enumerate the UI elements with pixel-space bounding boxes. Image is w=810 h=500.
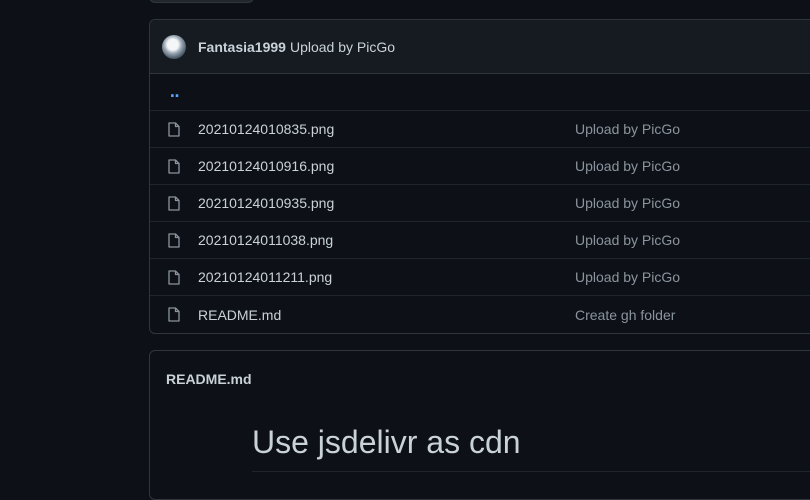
file-commit-message[interactable]: Upload by PicGo — [575, 158, 680, 174]
parent-directory-row[interactable]: ‥ — [150, 74, 810, 111]
file-icon — [168, 196, 180, 211]
file-name-link[interactable]: 20210124011211.png — [198, 269, 332, 285]
file-list-box: Fantasia1999 Upload by PicGo ‥ 202101240… — [149, 19, 810, 334]
readme-filename[interactable]: README.md — [150, 351, 810, 406]
file-icon — [168, 307, 180, 322]
file-icon — [168, 270, 180, 285]
file-name-link[interactable]: README.md — [198, 307, 281, 323]
heading-divider — [252, 471, 810, 472]
file-name-link[interactable]: 20210124010935.png — [198, 195, 334, 211]
file-row: README.md Create gh folder — [150, 296, 810, 333]
parent-directory-link[interactable]: ‥ — [150, 84, 180, 101]
file-name-link[interactable]: 20210124011038.png — [198, 232, 333, 248]
file-row: 20210124011211.png Upload by PicGo — [150, 259, 810, 296]
file-row: 20210124010835.png Upload by PicGo — [150, 111, 810, 148]
readme-box: README.md Use jsdelivr as cdn — [149, 350, 810, 500]
file-name-link[interactable]: 20210124010916.png — [198, 158, 334, 174]
file-commit-message[interactable]: Upload by PicGo — [575, 269, 680, 285]
file-commit-message[interactable]: Upload by PicGo — [575, 195, 680, 211]
file-row: 20210124010935.png Upload by PicGo — [150, 185, 810, 222]
file-commit-message[interactable]: Upload by PicGo — [575, 121, 680, 137]
file-icon — [168, 159, 180, 174]
avatar[interactable] — [162, 34, 186, 59]
file-commit-message[interactable]: Upload by PicGo — [575, 232, 680, 248]
latest-commit-header: Fantasia1999 Upload by PicGo — [150, 20, 810, 74]
file-icon — [168, 122, 180, 137]
file-icon — [168, 233, 180, 248]
file-row: 20210124011038.png Upload by PicGo — [150, 222, 810, 259]
commit-author[interactable]: Fantasia1999 — [198, 39, 286, 55]
readme-heading: Use jsdelivr as cdn — [252, 424, 521, 460]
file-commit-message[interactable]: Create gh folder — [575, 307, 675, 323]
file-row: 20210124010916.png Upload by PicGo — [150, 148, 810, 185]
file-name-link[interactable]: 20210124010835.png — [198, 121, 334, 137]
commit-message[interactable]: Upload by PicGo — [290, 39, 395, 55]
top-button-remnant[interactable] — [149, 0, 254, 3]
